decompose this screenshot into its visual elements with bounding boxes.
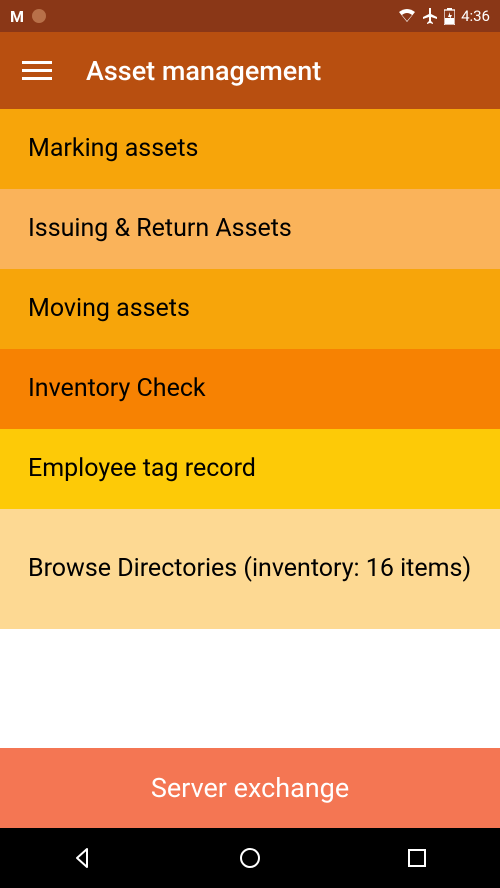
menu-item-label: Moving assets [28,292,190,326]
status-bar: M 4:36 [0,0,500,32]
menu-item-issuing-return-assets[interactable]: Issuing & Return Assets [0,189,500,269]
notification-dot-icon [32,9,46,23]
nav-recent-button[interactable] [403,844,431,872]
menu-item-moving-assets[interactable]: Moving assets [0,269,500,349]
nav-back-button[interactable] [69,844,97,872]
screen: M 4:36 Asset management Marking assets I… [0,0,500,888]
menu-item-label: Inventory Check [28,372,206,406]
nav-home-button[interactable] [236,844,264,872]
menu-item-marking-assets[interactable]: Marking assets [0,109,500,189]
status-right: 4:36 [398,7,490,25]
menu-item-employee-tag-record[interactable]: Employee tag record [0,429,500,509]
menu-item-inventory-check[interactable]: Inventory Check [0,349,500,429]
app-title: Asset management [86,55,321,87]
content-spacer [0,629,500,748]
menu-item-label: Marking assets [28,132,198,166]
app-bar: Asset management [0,32,500,109]
status-time: 4:36 [461,7,490,25]
hamburger-menu-icon[interactable] [22,56,52,86]
gmail-icon: M [10,7,24,26]
server-exchange-button[interactable]: Server exchange [0,748,500,828]
android-nav-bar [0,828,500,888]
status-left: M [10,7,46,26]
wifi-icon [398,8,416,24]
menu-item-label: Issuing & Return Assets [28,212,292,246]
menu-item-browse-directories[interactable]: Browse Directories (inventory: 16 items) [0,509,500,629]
battery-charging-icon [444,8,455,25]
airplane-mode-icon [422,8,438,24]
menu-item-label: Employee tag record [28,452,256,486]
menu-item-label: Browse Directories (inventory: 16 items) [28,552,471,586]
menu-list: Marking assets Issuing & Return Assets M… [0,109,500,748]
server-exchange-label: Server exchange [151,772,349,804]
